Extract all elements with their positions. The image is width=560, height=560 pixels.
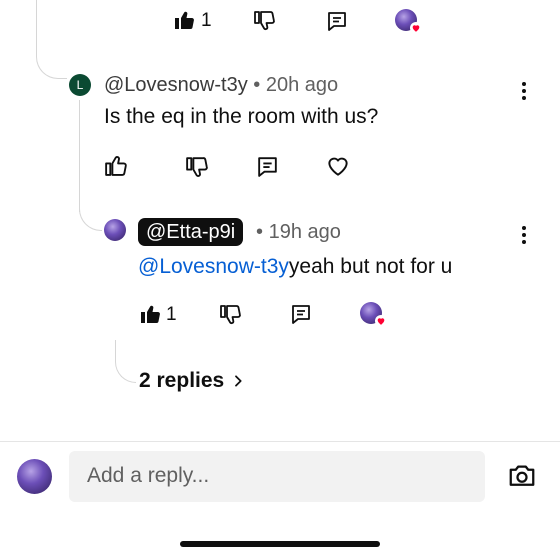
dislike-button[interactable]: [218, 303, 242, 327]
reply-menu-button[interactable]: [521, 226, 527, 247]
reply-button[interactable]: [289, 302, 313, 326]
thumbs-up-filled-icon: [175, 11, 194, 30]
separator: •: [256, 221, 264, 243]
comment-text: Is the eq in the room with us?: [104, 105, 379, 128]
heart-icon: [410, 22, 422, 34]
like-count: 1: [201, 10, 212, 31]
reply-mention-link[interactable]: @Lovesnow-t3y: [138, 255, 289, 278]
camera-button[interactable]: [506, 461, 538, 491]
reply-body: yeah but not for u: [288, 255, 453, 278]
view-replies-button[interactable]: 2 replies: [139, 369, 246, 393]
chevron-right-icon: [235, 375, 242, 387]
dislike-button[interactable]: [252, 9, 276, 33]
thread-connector-top: [36, 0, 67, 79]
reply-button[interactable]: [255, 154, 280, 179]
camera-icon: [509, 465, 535, 486]
thumbs-up-filled-icon: [141, 305, 160, 324]
thumbs-up-icon: [105, 156, 127, 176]
thread-connector-replies: [115, 340, 136, 383]
comment-author[interactable]: @Lovesnow-t3y: [104, 74, 248, 96]
like-button[interactable]: [103, 153, 128, 178]
reply-text: @Lovesnow-t3yyeah but not for u: [138, 255, 452, 279]
separator: •: [253, 74, 261, 96]
comment-icon: [328, 12, 346, 31]
thread-connector-reply: [79, 200, 102, 231]
thread-connector-comment: [79, 100, 80, 212]
like-button[interactable]: [138, 302, 162, 326]
reply-input[interactable]: Add a reply...: [69, 451, 485, 502]
reply-author-chip[interactable]: @Etta-p9i: [138, 218, 244, 246]
home-indicator: [180, 541, 380, 547]
avatar[interactable]: L: [69, 74, 91, 96]
reply-meta: • 19h ago: [256, 221, 341, 244]
comment-timestamp: 20h ago: [265, 74, 339, 96]
reply-input-placeholder: Add a reply...: [87, 464, 210, 487]
thumbs-down-icon: [220, 305, 241, 324]
view-replies-label: 2 replies: [139, 369, 225, 392]
avatar-letter: L: [76, 78, 84, 92]
reply-button[interactable]: [325, 9, 349, 33]
thumbs-down-icon: [186, 157, 208, 177]
thumbs-down-icon: [254, 11, 275, 30]
comment-icon: [258, 157, 277, 177]
divider: [0, 441, 560, 442]
comment-icon: [292, 305, 310, 324]
dislike-button[interactable]: [184, 155, 209, 180]
like-count: 1: [166, 304, 177, 325]
current-user-avatar: [17, 459, 52, 494]
comment-header: @Lovesnow-t3y • 20h ago: [104, 74, 338, 97]
heart-icon: [375, 315, 387, 327]
comment-menu-button[interactable]: [521, 82, 527, 103]
heart-button[interactable]: [325, 153, 351, 179]
reply-timestamp: 19h ago: [268, 221, 341, 243]
heart-outline-icon: [328, 157, 348, 176]
like-button[interactable]: [172, 8, 196, 32]
avatar[interactable]: [104, 219, 126, 241]
